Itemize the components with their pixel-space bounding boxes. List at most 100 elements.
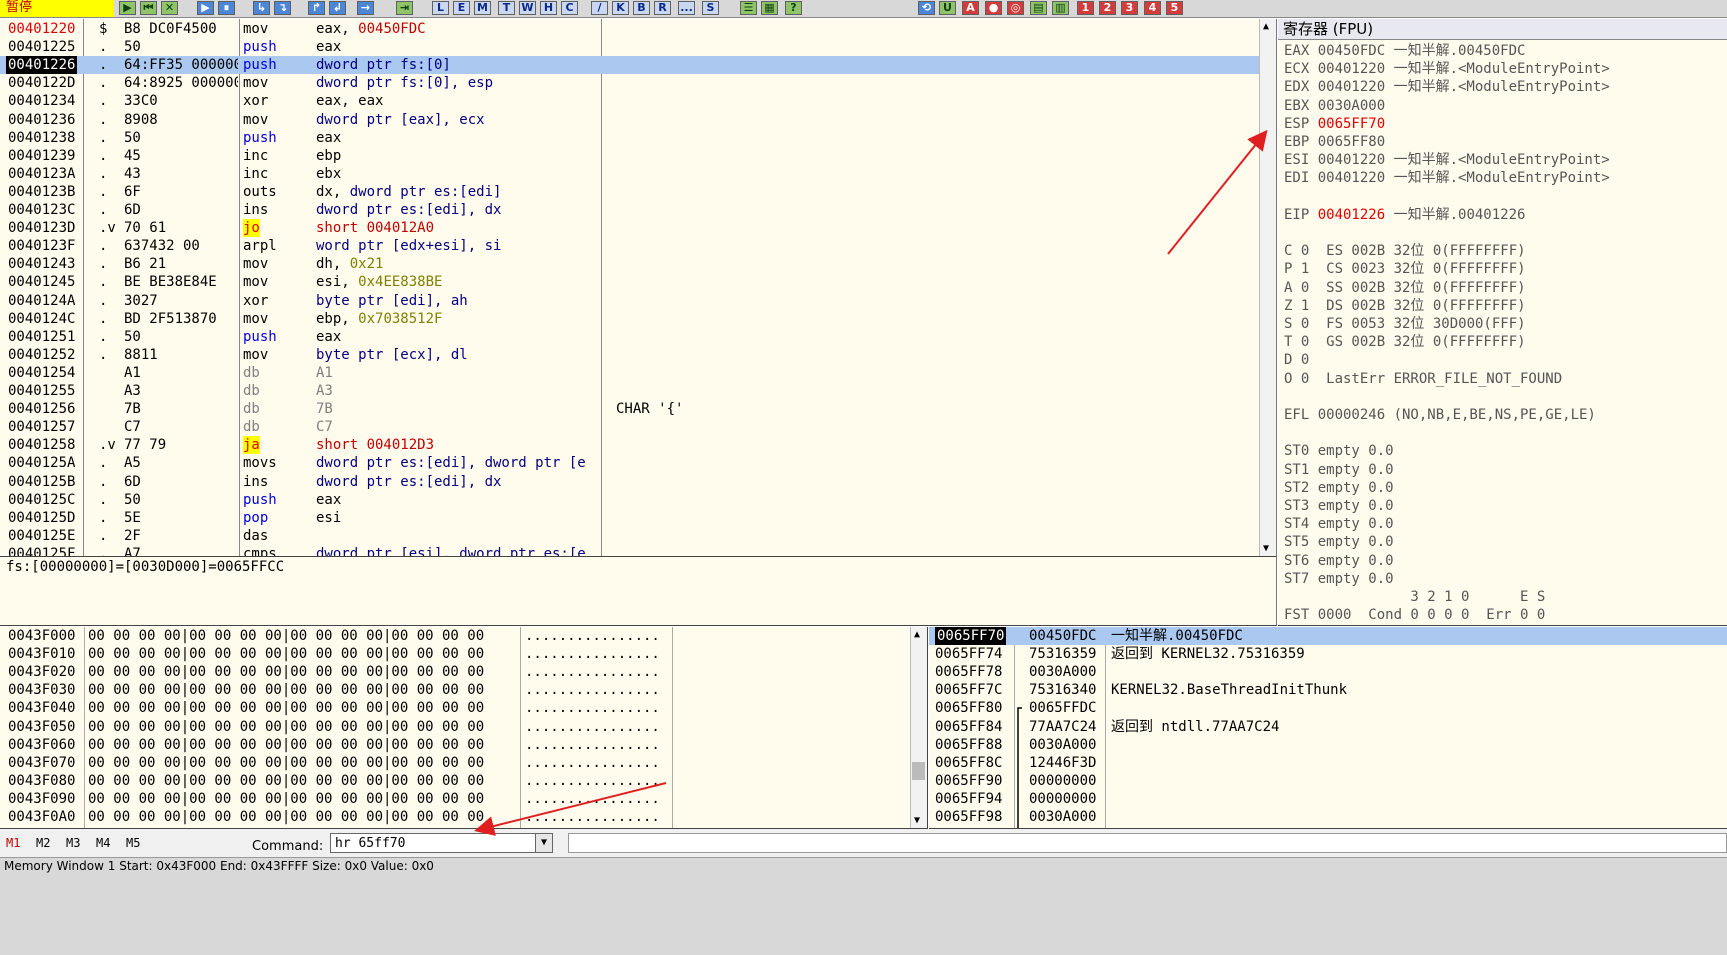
register-line[interactable]: FST 0000 Cond 0 0 0 0 Err 0 0 <box>1284 606 1545 624</box>
toolbar-button-35[interactable]: 2 <box>1099 1 1116 15</box>
toolbar-button-8[interactable]: ↲ <box>329 1 346 15</box>
disasm-row[interactable]: 0040125A. A5 movs dword ptr es:[edi], dword… <box>0 454 1260 472</box>
disasm-row[interactable]: 00401239. 45 inc ebp <box>0 147 1260 165</box>
toolbar-button-25[interactable]: ▦ <box>761 1 778 15</box>
toolbar-button-37[interactable]: 4 <box>1144 1 1161 15</box>
scroll-down-icon[interactable]: ▼ <box>1263 543 1269 554</box>
stack-row[interactable]: 0065FF7C 75316340 KERNEL32.BaseThreadInitT… <box>929 681 1727 699</box>
toolbar-button-13[interactable]: M <box>474 1 491 15</box>
register-line[interactable]: FCW 027F Prec NEAR,53 掩码 <box>1284 624 1514 625</box>
register-line[interactable]: ST1 empty 0.0 <box>1284 461 1394 479</box>
toolbar-button-6[interactable]: ↴ <box>274 1 291 15</box>
disasm-row[interactable]: 0040123C. 6D ins dword ptr es:[edi], dx <box>0 201 1260 219</box>
toolbar-button-36[interactable]: 3 <box>1121 1 1138 15</box>
register-line[interactable]: EBX 0030A000 <box>1284 97 1385 115</box>
disasm-row[interactable]: 0040125F. A7 cmps dword ptr [esi], dword pt… <box>0 545 1260 556</box>
chevron-down-icon[interactable]: ▼ <box>535 833 553 853</box>
register-line[interactable]: Z 1 DS 002B 32位 0(FFFFFFFF) <box>1284 297 1526 315</box>
register-line[interactable]: ST0 empty 0.0 <box>1284 442 1394 460</box>
disasm-row[interactable]: 00401226. 64:FF35 0000000 push dword ptr fs… <box>0 56 1260 75</box>
register-line[interactable]: ST7 empty 0.0 <box>1284 570 1394 588</box>
register-line[interactable]: ESI 00401220 一知半解.<ModuleEntryPoint> <box>1284 151 1610 169</box>
toolbar-button-16[interactable]: H <box>540 1 557 15</box>
toolbar-button-2[interactable]: ✕ <box>161 1 178 15</box>
toolbar-button-33[interactable]: ▥ <box>1052 1 1069 15</box>
toolbar-button-23[interactable]: S <box>702 1 719 15</box>
memory-dump-pane[interactable]: 0043F000 00 00 00 00|00 00 00 00|00 00 00… <box>0 627 928 829</box>
register-line[interactable]: T 0 GS 002B 32位 0(FFFFFFFF) <box>1284 333 1526 351</box>
toolbar-button-9[interactable]: → <box>357 1 374 15</box>
register-line[interactable]: ECX 00401220 一知半解.<ModuleEntryPoint> <box>1284 60 1610 78</box>
disasm-row[interactable]: 0040123B. 6F outs dx, dword ptr es:[edi] <box>0 183 1260 201</box>
stack-row[interactable]: 0065FF70 00450FDC 一知半解.00450FDC <box>929 627 1727 645</box>
register-line[interactable]: C 0 ES 002B 32位 0(FFFFFFFF) <box>1284 242 1526 260</box>
stack-row[interactable]: 0065FF74 75316359 返回到 KERNEL32.75316359 <box>929 645 1727 663</box>
register-line[interactable]: A 0 SS 002B 32位 0(FFFFFFFF) <box>1284 279 1526 297</box>
command-input[interactable] <box>330 833 536 853</box>
toolbar-button-3[interactable]: ▶ <box>197 1 214 15</box>
disasm-row[interactable]: 0040123D .v 70 61 jo short 004012A0 <box>0 219 1260 238</box>
toolbar-button-22[interactable]: ... <box>678 1 695 15</box>
toolbar-button-10[interactable]: ⇥ <box>396 1 413 15</box>
tab-m5[interactable]: M5 <box>126 836 140 850</box>
register-line[interactable]: EDI 00401220 一知半解.<ModuleEntryPoint> <box>1284 169 1610 187</box>
disassembly-pane[interactable]: 00401220 $ B8 DC0F4500 mov eax, 00450FDC 0040… <box>0 19 1277 557</box>
toolbar-button-5[interactable]: ↳ <box>253 1 270 15</box>
register-line[interactable]: S 0 FS 0053 32位 30D000(FFF) <box>1284 315 1526 333</box>
toolbar-button-20[interactable]: B <box>633 1 650 15</box>
tab-m4[interactable]: M4 <box>96 836 110 850</box>
scroll-thumb[interactable] <box>912 762 925 780</box>
disasm-row[interactable]: 00401255 A3 db A3 <box>0 382 1260 400</box>
toolbar-button-7[interactable]: ↱ <box>308 1 325 15</box>
register-line[interactable]: ST6 empty 0.0 <box>1284 552 1394 570</box>
toolbar-button-12[interactable]: E <box>453 1 470 15</box>
disasm-row[interactable]: 0040123F. 637432 00 arpl word ptr [edx+esi]… <box>0 237 1260 255</box>
register-line[interactable]: EAX 00450FDC 一知半解.00450FDC <box>1284 42 1525 60</box>
register-line[interactable]: EFL 00000246 (NO,NB,E,BE,NS,PE,GE,LE) <box>1284 406 1596 424</box>
disasm-row[interactable]: 00401234. 33C0 xor eax, eax <box>0 92 1260 110</box>
toolbar-button-17[interactable]: C <box>561 1 578 15</box>
dump-scrollbar[interactable]: ▲ ▼ <box>910 627 927 828</box>
register-line[interactable]: ST2 empty 0.0 <box>1284 479 1394 497</box>
toolbar-button-19[interactable]: K <box>612 1 629 15</box>
register-line[interactable]: ST4 empty 0.0 <box>1284 515 1394 533</box>
disasm-row[interactable]: 00401252. 8811 mov byte ptr [ecx], dl <box>0 346 1260 364</box>
toolbar-button-11[interactable]: L <box>432 1 449 15</box>
stack-row[interactable]: 0065FF78 0030A000 <box>929 663 1727 681</box>
disasm-row[interactable]: 00401254 A1 db A1 <box>0 364 1260 382</box>
toolbar-button-15[interactable]: W <box>519 1 536 15</box>
stack-row[interactable]: 0065FF88 0030A000 <box>929 736 1727 754</box>
disasm-row[interactable]: 00401245. BE BE38E84E mov esi, 0x4EE838BE <box>0 273 1260 291</box>
stack-row[interactable]: 0065FF98 0030A000 <box>929 808 1727 826</box>
toolbar-button-26[interactable]: ? <box>785 1 802 15</box>
scroll-up-icon[interactable]: ▲ <box>914 629 920 640</box>
register-line[interactable]: ST3 empty 0.0 <box>1284 497 1394 515</box>
disasm-row[interactable]: 0040125C. 50 push eax <box>0 491 1260 509</box>
disasm-row[interactable]: 0040124C. BD 2F513870 mov ebp, 0x7038512F <box>0 310 1260 328</box>
toolbar-button-31[interactable]: ◎ <box>1007 1 1024 15</box>
toolbar-button-34[interactable]: 1 <box>1077 1 1094 15</box>
disasm-row[interactable]: 00401225. 50 push eax <box>0 38 1260 56</box>
toolbar-button-14[interactable]: T <box>498 1 515 15</box>
disasm-row[interactable]: 0040123A. 43 inc ebx <box>0 165 1260 183</box>
disasm-row[interactable]: 0040122D. 64:8925 0000000 mov dword ptr fs:… <box>0 74 1260 92</box>
register-line[interactable]: EBP 0065FF80 <box>1284 133 1385 151</box>
disasm-row[interactable]: 00401238. 50 push eax <box>0 129 1260 147</box>
toolbar-button-29[interactable]: A <box>962 1 979 15</box>
stack-row[interactable]: 0065FF90 00000000 <box>929 772 1727 790</box>
disasm-row[interactable]: 00401236. 8908 mov dword ptr [eax], ecx <box>0 111 1260 129</box>
register-line[interactable]: D 0 <box>1284 351 1309 369</box>
disasm-row[interactable]: 0040124A. 3027 xor byte ptr [edi], ah <box>0 292 1260 310</box>
register-line[interactable]: P 1 CS 0023 32位 0(FFFFFFFF) <box>1284 260 1526 278</box>
stack-pane[interactable]: 0065FF70 00450FDC 一知半解.00450FDC 0065FF74 753… <box>929 627 1727 829</box>
toolbar-button-0[interactable]: ▶ <box>119 1 136 15</box>
register-line[interactable]: ESP 0065FF70 <box>1284 115 1385 133</box>
toolbar-button-27[interactable]: ⟲ <box>918 1 935 15</box>
register-line[interactable]: O 0 LastErr ERROR_FILE_NOT_FOUND <box>1284 370 1562 388</box>
register-line[interactable]: EDX 00401220 一知半解.<ModuleEntryPoint> <box>1284 78 1610 96</box>
toolbar-button-38[interactable]: 5 <box>1166 1 1183 15</box>
toolbar-button-32[interactable]: ▤ <box>1030 1 1047 15</box>
scroll-down-icon[interactable]: ▼ <box>914 815 920 826</box>
toolbar-button-30[interactable]: ● <box>985 1 1002 15</box>
registers-title[interactable]: 寄存器 (FPU) <box>1278 19 1727 40</box>
